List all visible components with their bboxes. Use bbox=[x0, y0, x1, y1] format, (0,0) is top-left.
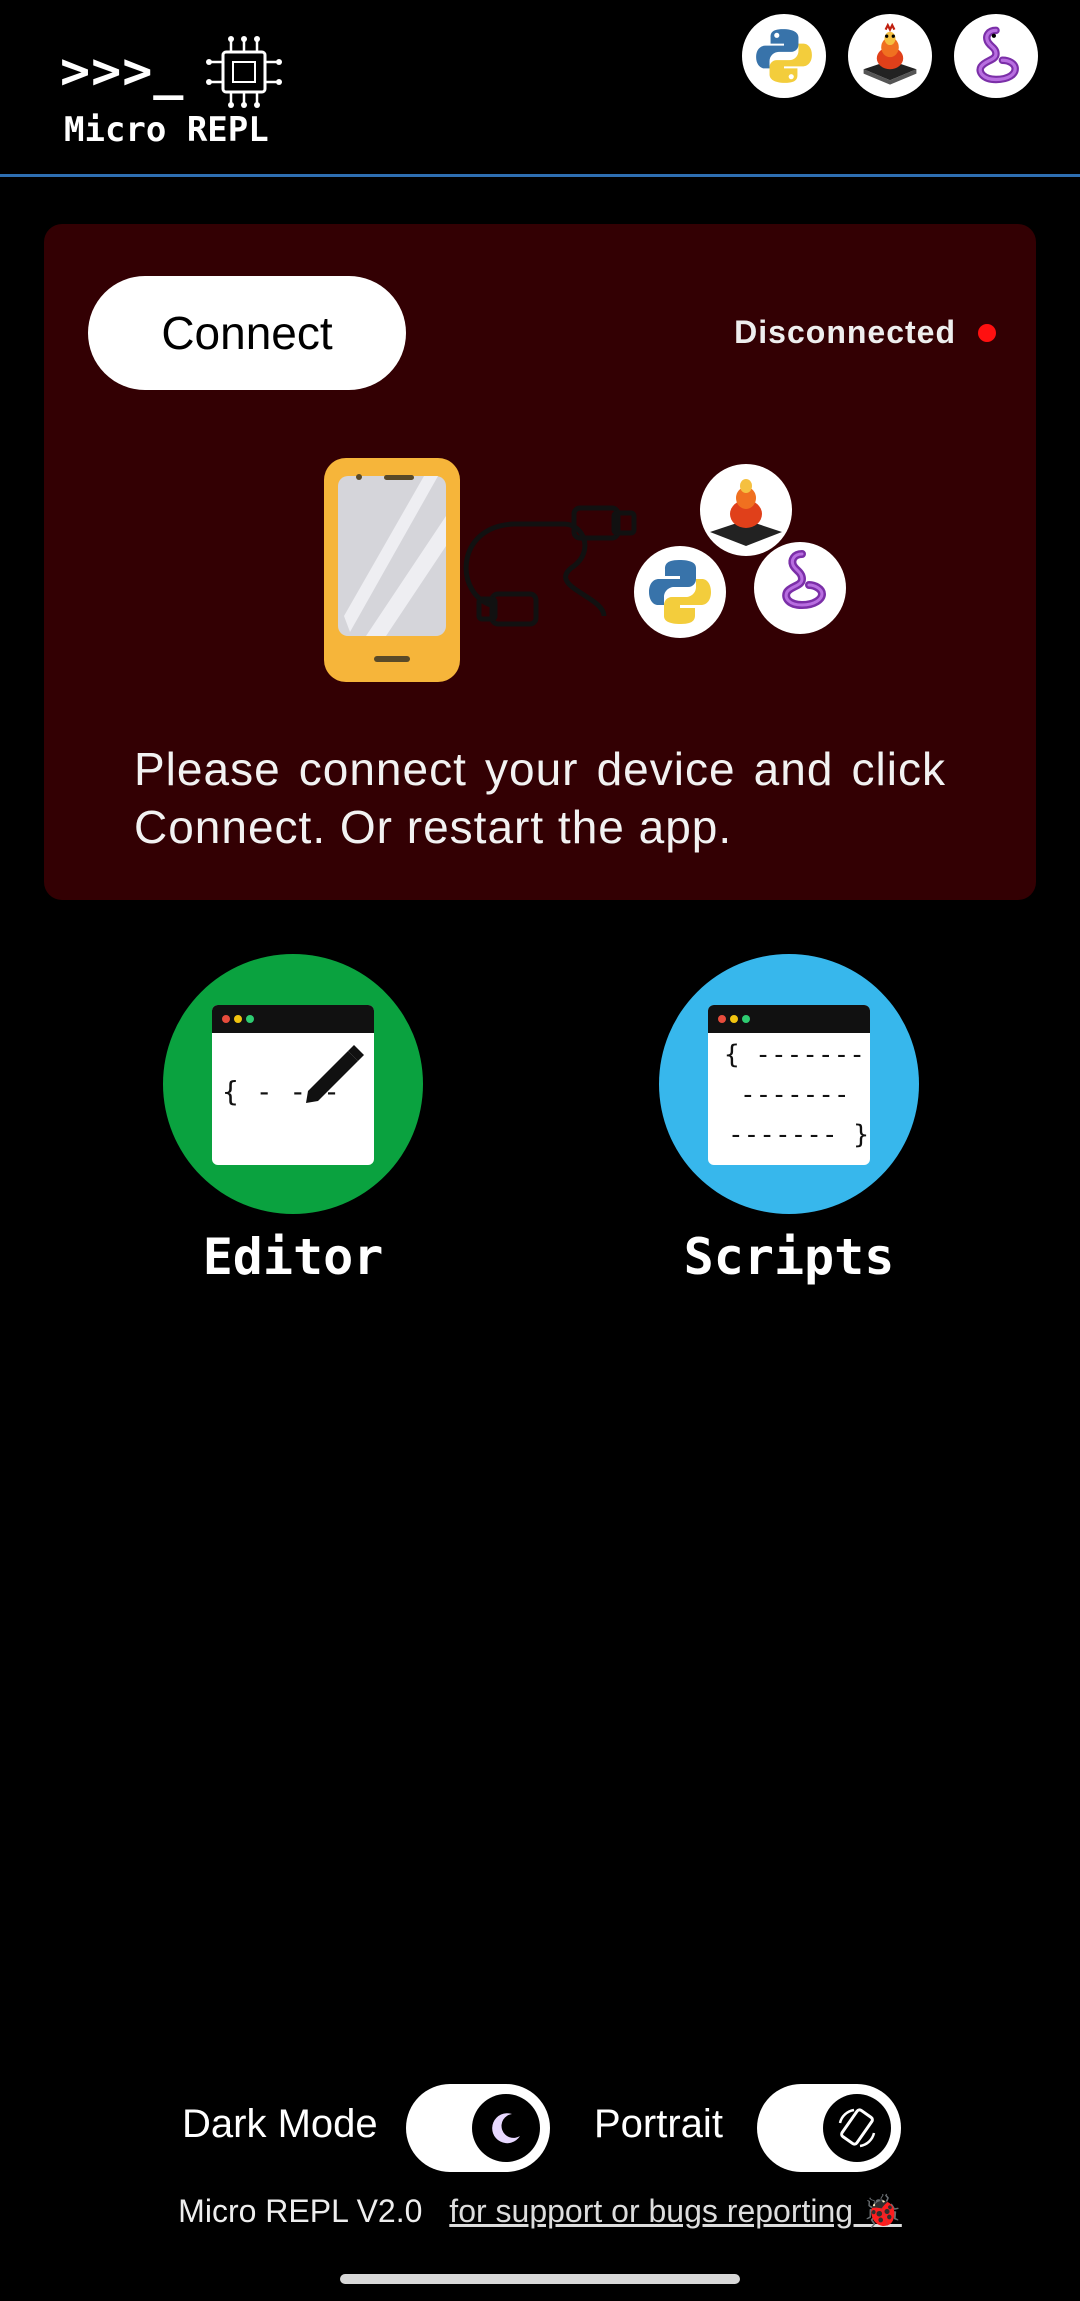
logo-prompt: >>>_ bbox=[60, 42, 185, 100]
support-link[interactable]: for support or bugs reporting 🐞 bbox=[449, 2193, 902, 2229]
connection-status: Disconnected bbox=[734, 314, 996, 351]
scripts-file-icon[interactable]: { ------- ------- ------- } bbox=[659, 954, 919, 1214]
board-badge-icon bbox=[700, 464, 792, 556]
scripts-tile[interactable]: { ------- ------- ------- } Scripts bbox=[659, 954, 919, 1286]
app-footer: Micro REPL V2.0 for support or bugs repo… bbox=[0, 2192, 1080, 2230]
snake-badge-icon bbox=[754, 542, 846, 634]
connection-instructions: Please connect your device and click Con… bbox=[134, 743, 946, 853]
status-text: Disconnected bbox=[734, 314, 956, 350]
settings-bar: Dark Mode Portrait bbox=[0, 2084, 1080, 2174]
status-indicator-dot bbox=[978, 323, 996, 342]
header-divider bbox=[0, 174, 1080, 177]
usb-cable-icon bbox=[463, 505, 637, 627]
dark-mode-toggle[interactable] bbox=[406, 2084, 550, 2172]
phone-icon bbox=[324, 458, 460, 682]
code-editor-icon[interactable]: { - - - bbox=[163, 954, 423, 1214]
svg-text:-------: ------- bbox=[740, 1080, 850, 1110]
screen-rotation-icon bbox=[823, 2094, 891, 2162]
python-logo-icon[interactable] bbox=[742, 14, 826, 98]
chip-icon bbox=[206, 36, 282, 108]
connect-button[interactable]: Connect bbox=[88, 276, 406, 390]
dark-mode-label: Dark Mode bbox=[182, 2102, 378, 2146]
svg-text:------- }: ------- } bbox=[728, 1120, 869, 1150]
version-text: Micro REPL V2.0 bbox=[178, 2193, 423, 2229]
editor-label: Editor bbox=[202, 1228, 384, 1286]
circuitpython-snake-icon[interactable] bbox=[954, 14, 1038, 98]
python-badge-icon bbox=[634, 546, 726, 638]
svg-text:{ -------: { ------- bbox=[724, 1040, 865, 1070]
scripts-label: Scripts bbox=[683, 1228, 895, 1286]
portrait-label: Portrait bbox=[594, 2102, 723, 2146]
app-title: Micro REPL bbox=[64, 110, 269, 150]
connection-card: Connect Disconnected Please connect your… bbox=[44, 224, 1036, 900]
app-header: >>>_ Micro REPL bbox=[0, 0, 1080, 177]
device-connection-illustration bbox=[324, 458, 846, 682]
home-indicator[interactable] bbox=[340, 2274, 740, 2284]
portrait-toggle[interactable] bbox=[757, 2084, 901, 2172]
moon-icon bbox=[472, 2094, 540, 2162]
editor-tile[interactable]: { - - - Editor bbox=[163, 954, 423, 1286]
raspberry-pi-board-icon[interactable] bbox=[848, 14, 932, 98]
